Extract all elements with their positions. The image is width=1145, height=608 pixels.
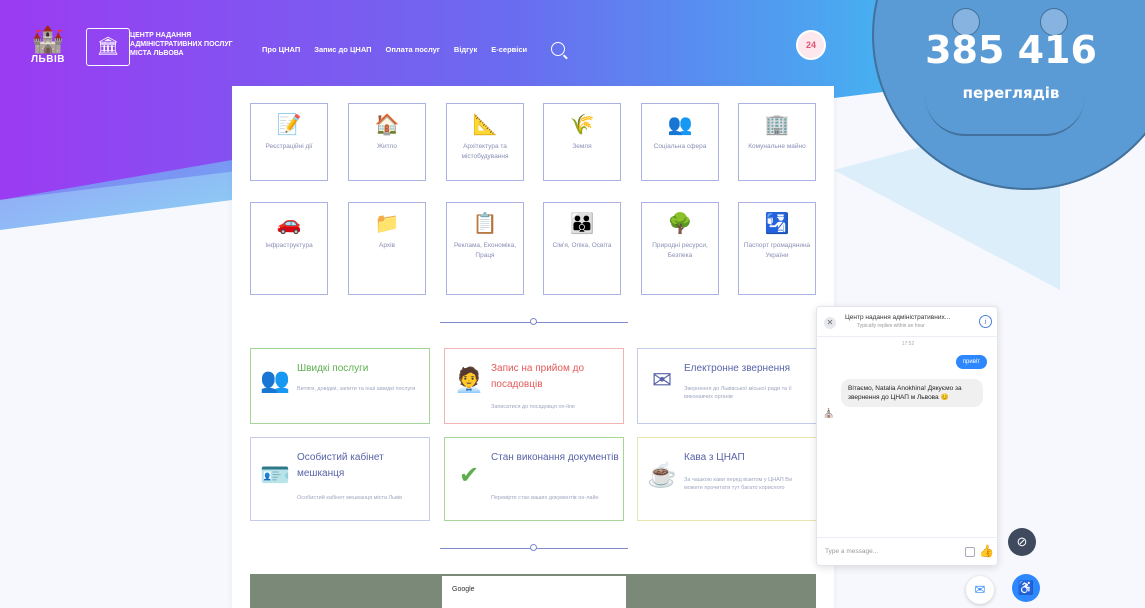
card-fast-services[interactable]: 👥 Швидкі послуги Витяги, довідки, запити… (250, 348, 430, 424)
tile-infrastructure[interactable]: 🚗 Інфраструктура (250, 202, 328, 295)
family-icon: 👪 (569, 213, 595, 235)
card-desc: Витяги, довідки, запити та інші швидкі п… (297, 386, 416, 392)
accessibility-icon[interactable]: ♿ (1012, 574, 1040, 602)
card-title: Запис на прийом до посадовців (491, 363, 585, 390)
card-title: Особистий кабінет мешканця (297, 452, 384, 479)
nav-appointment[interactable]: Запис до ЦНАП (314, 45, 371, 54)
tile-housing[interactable]: 🏠 Житло (348, 103, 426, 181)
tile-registration[interactable]: 📝 Реєстраційні дії (250, 103, 328, 181)
main-nav: Про ЦНАП Запис до ЦНАП Оплата послуг Від… (262, 42, 566, 56)
incoming-message: Вітаємо, Natalia Anokhina! Дякуємо за зв… (841, 379, 983, 407)
message-input[interactable]: Type a message... (825, 548, 878, 555)
image-attach-icon[interactable] (965, 547, 975, 557)
people-icon: 👥 (667, 114, 693, 136)
city-crest-icon: 🏰 (31, 24, 65, 54)
card-desc: Перевірте стан ваших документів он-лайн (491, 495, 599, 501)
nav-eservices[interactable]: Е-сервіси (491, 45, 527, 54)
card-desc: За чашкою кави перед візитом у ЦНАП Ви м… (684, 477, 793, 491)
car-icon: 🚗 (276, 213, 302, 235)
tile-label: Сім'я, Опіка, Освіта (552, 242, 612, 249)
map-popup-title: Google (452, 586, 475, 593)
passport-icon: 🛂 (764, 213, 790, 235)
cnap-logo-icon[interactable]: 🏛 (86, 28, 130, 66)
close-icon[interactable]: ✕ (824, 317, 836, 329)
card-title: Кава з ЦНАП (684, 452, 745, 463)
chat-page-name: Центр надання адміністративних... (845, 314, 951, 321)
chat-timestamp: 17:52 (901, 341, 915, 347)
card-document-status[interactable]: ✔ Стан виконання документів Перевірте ст… (444, 437, 624, 521)
card-coffee[interactable]: ☕ Кава з ЦНАП За чашкою кави перед візит… (637, 437, 817, 521)
divider-dot (530, 544, 537, 551)
house-icon: 🏠 (374, 114, 400, 136)
tile-label: Паспорт громадянина України (743, 242, 811, 259)
card-e-appeal[interactable]: ✉ Електронне звернення Звернення до Льві… (637, 348, 817, 424)
field-icon: 🌾 (569, 114, 595, 136)
nav-about[interactable]: Про ЦНАП (262, 45, 300, 54)
tile-label: Інфраструктура (265, 242, 313, 249)
fast-services-icon: 👥 (260, 367, 290, 394)
tile-label: Реклама, Економіка, Праця (453, 242, 517, 259)
appointment-icon: 🧑‍💼 (454, 367, 484, 394)
tile-label: Комунальне майно (748, 143, 806, 150)
card-desc: Записатися до посадовця on-line (491, 404, 575, 410)
messenger-icon[interactable]: ✉ (966, 576, 994, 604)
tile-municipal[interactable]: 🏢 Комунальне майно (738, 103, 816, 181)
tile-passport[interactable]: 🛂 Паспорт громадянина України (738, 202, 816, 295)
search-icon[interactable] (551, 42, 566, 56)
tile-label: Житло (377, 143, 397, 150)
email-icon: ✉ (651, 367, 673, 394)
card-personal-cabinet[interactable]: 🪪 Особистий кабінет мешканця Особистий к… (250, 437, 430, 521)
cabinet-icon: 🪪 (260, 462, 290, 489)
outgoing-message: привіт (955, 355, 987, 369)
tile-architecture[interactable]: 📐 Архітектура та містобудування (446, 103, 524, 181)
tile-family[interactable]: 👪 Сім'я, Опіка, Освіта (543, 202, 621, 295)
compass-icon: 📐 (472, 114, 498, 136)
chat-header: ✕ Центр надання адміністративних... Typi… (817, 307, 999, 337)
billboard-icon: 📋 (472, 213, 498, 235)
card-title: Стан виконання документів (491, 452, 619, 463)
tile-social[interactable]: 👥 Соціальна сфера (641, 103, 719, 181)
building-icon: 🏢 (764, 114, 790, 136)
tile-advertising[interactable]: 📋 Реклама, Економіка, Праця (446, 202, 524, 295)
chat-input-bar: Type a message... 👍 (817, 537, 999, 567)
view-count: 385 416 (925, 28, 1097, 72)
coffee-icon: ☕ (647, 462, 677, 489)
tile-label: Архітектура та містобудування (461, 143, 509, 160)
card-appointment[interactable]: 🧑‍💼 Запис на прийом до посадовців Записа… (444, 348, 624, 424)
card-title: Електронне звернення (684, 363, 791, 374)
lviv-logo[interactable]: 🏰 ЛЬВІВ (28, 24, 68, 74)
card-desc: Особистий кабінет мешканця міста Львів (297, 495, 403, 501)
tile-label: Природні ресурси, Безпека (652, 242, 708, 259)
map-popup: Google (442, 576, 626, 608)
messenger-chat-window: ✕ Центр надання адміністративних... Typi… (816, 306, 999, 567)
tile-label: Реєстраційні дії (265, 143, 313, 150)
nature-icon: 🌳 (667, 213, 693, 235)
tile-label: Архів (378, 242, 396, 249)
folder-icon: 📁 (374, 213, 400, 235)
tile-archive[interactable]: 📁 Архів (348, 202, 426, 295)
tile-label: Земля (572, 143, 592, 150)
info-icon[interactable]: i (979, 315, 992, 328)
chat-subtitle: Typically replies within an hour (857, 323, 925, 329)
page-avatar-icon: ⛪ (823, 408, 835, 418)
thumbs-up-icon[interactable]: 👍 (979, 544, 994, 558)
support-24-badge[interactable]: 24 (796, 30, 826, 60)
tile-label: Соціальна сфера (653, 143, 707, 150)
google-map[interactable]: Google (250, 574, 816, 608)
document-edit-icon: 📝 (276, 114, 302, 136)
divider-dot (530, 318, 537, 325)
card-desc: Звернення до Львівської міської ради та … (684, 386, 792, 400)
services-panel: 📝 Реєстраційні дії 🏠 Житло 📐 Архітектура… (232, 86, 834, 608)
hide-eye-icon[interactable]: ⊘ (1008, 528, 1036, 556)
cnap-title: ЦЕНТР НАДАННЯ АДМІНІСТРАТИВНИХ ПОСЛУГ МІ… (130, 32, 233, 57)
lviv-logo-text: ЛЬВІВ (31, 54, 65, 65)
nav-payment[interactable]: Оплата послуг (386, 45, 440, 54)
card-title: Швидкі послуги (297, 363, 369, 374)
tile-nature[interactable]: 🌳 Природні ресурси, Безпека (641, 202, 719, 295)
tile-land[interactable]: 🌾 Земля (543, 103, 621, 181)
check-icon: ✔ (458, 462, 480, 489)
nav-feedback[interactable]: Відгук (454, 45, 477, 54)
smile-icon (925, 96, 1085, 136)
